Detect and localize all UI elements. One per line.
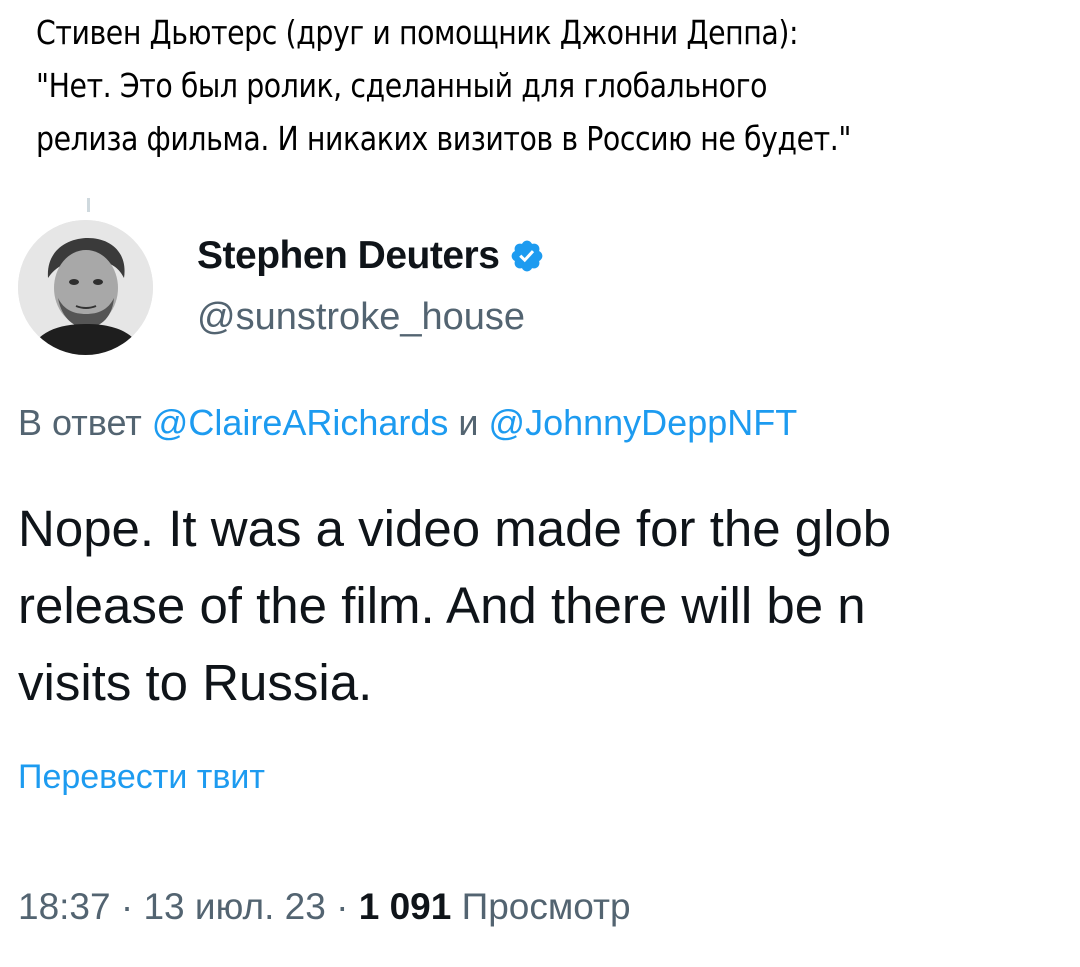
tweet-text-line-3: visits to Russia. <box>18 654 373 711</box>
views-count: 1 091 <box>358 886 452 927</box>
caption-line-2: "Нет. Это был ролик, сделанный для глоба… <box>36 66 768 105</box>
caption-line-3: релиза фильма. И никаких визитов в Росси… <box>36 119 851 158</box>
meta-separator: · <box>110 886 144 927</box>
translate-tweet-link[interactable]: Перевести твит <box>18 758 265 797</box>
tweet-text-line-2: release of the film. And there will be n <box>18 577 866 634</box>
thread-connector-line <box>87 198 90 212</box>
avatar[interactable] <box>18 220 153 355</box>
author-handle[interactable]: @sunstroke_house <box>197 296 525 339</box>
verified-badge-icon <box>512 240 543 272</box>
avatar-photo-icon <box>18 220 153 355</box>
caption-line-1: Стивен Дьютерс (друг и помощник Джонни Д… <box>36 13 799 52</box>
tweet-text-line-1: Nope. It was a video made for the glob <box>18 500 892 557</box>
tweet-time[interactable]: 18:37 <box>18 886 111 927</box>
tweet-meta: 18:37 · 13 июл. 23 · 1 091 Просмотр <box>18 886 631 928</box>
author-display-name[interactable]: Stephen Deuters <box>197 234 500 278</box>
reply-context: В ответ @ClaireARichards и @JohnnyDeppNF… <box>18 402 1080 444</box>
author-name-row[interactable]: Stephen Deuters <box>197 234 545 278</box>
mention-link-johnny[interactable]: @JohnnyDeppNFT <box>489 402 798 443</box>
caption-text: Стивен Дьютерс (друг и помощник Джонни Д… <box>36 6 913 165</box>
views-label: Просмотр <box>451 886 631 927</box>
tweet-text: Nope. It was a video made for the glob r… <box>18 490 1080 721</box>
reply-joiner: и <box>448 402 489 443</box>
reply-prefix: В ответ <box>18 402 152 443</box>
mention-link-claire[interactable]: @ClaireARichards <box>152 402 449 443</box>
meta-separator: · <box>325 886 359 927</box>
tweet-date[interactable]: 13 июл. 23 <box>143 886 325 927</box>
